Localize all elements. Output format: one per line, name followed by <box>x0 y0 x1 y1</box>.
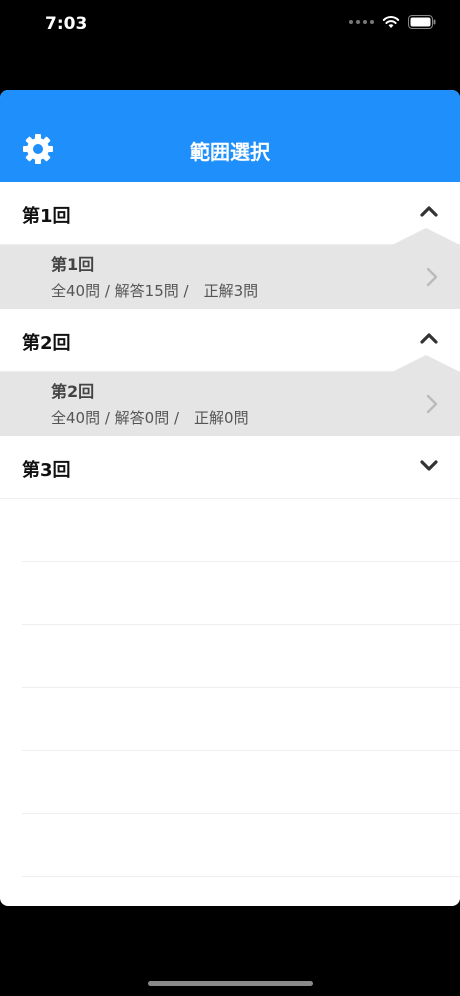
empty-row <box>22 751 460 814</box>
row-stats: 全40問 / 解答15問 / 正解3問 <box>51 282 259 300</box>
status-bar: 7:03 <box>0 0 460 50</box>
section-title: 第2回 <box>22 333 71 354</box>
chevron-up-icon <box>420 333 438 344</box>
section-title: 第1回 <box>22 206 71 227</box>
range-selection-sheet: 範囲選択 第1回 第1回 全40問 / 解答15問 / 正解3問 第2回 第2回… <box>0 90 460 906</box>
battery-icon <box>408 15 436 29</box>
status-time: 7:03 <box>45 14 88 34</box>
section-header-2[interactable]: 第2回 <box>0 309 460 372</box>
chevron-right-icon <box>426 267 438 287</box>
empty-row <box>22 814 460 877</box>
expanded-pointer <box>392 355 460 372</box>
page-title: 範囲選択 <box>190 140 270 164</box>
row-stats: 全40問 / 解答0問 / 正解0問 <box>51 409 249 427</box>
empty-row <box>22 562 460 625</box>
section-title: 第3回 <box>22 460 71 481</box>
list-item-round-2[interactable]: 第2回 全40問 / 解答0問 / 正解0問 <box>0 355 460 436</box>
nav-bar: 範囲選択 <box>0 90 460 182</box>
chevron-right-icon <box>426 394 438 414</box>
list-item-round-1[interactable]: 第1回 全40問 / 解答15問 / 正解3問 <box>0 228 460 309</box>
section-header-3[interactable]: 第3回 <box>0 436 460 499</box>
expanded-pointer <box>392 228 460 245</box>
empty-row <box>22 688 460 751</box>
empty-row <box>22 625 460 688</box>
status-icons <box>349 15 436 29</box>
chevron-up-icon <box>420 206 438 217</box>
empty-row <box>22 499 460 562</box>
home-indicator[interactable] <box>148 981 313 986</box>
row-title: 第2回 <box>51 382 95 401</box>
wifi-icon <box>382 16 400 28</box>
row-title: 第1回 <box>51 255 95 274</box>
signal-dots-icon <box>349 20 374 24</box>
section-header-1[interactable]: 第1回 <box>0 182 460 245</box>
chevron-down-icon <box>420 460 438 471</box>
